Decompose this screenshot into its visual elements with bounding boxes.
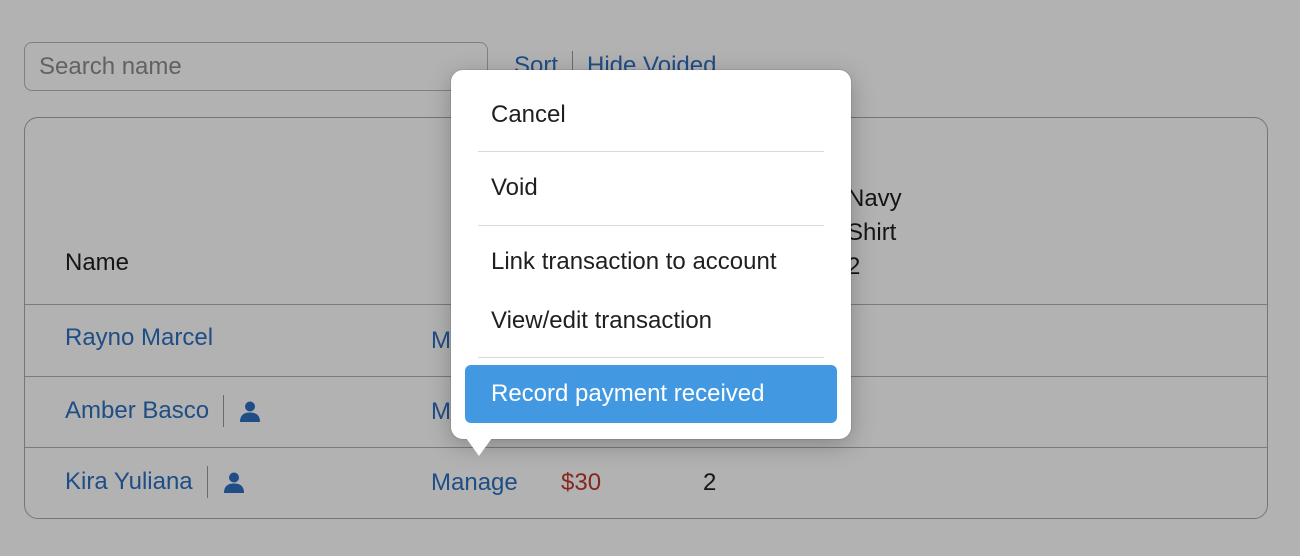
menu-divider <box>478 151 824 152</box>
menu-divider <box>478 225 824 226</box>
page: Sort Hide Voided Name Navy Shirt 2 Rayno… <box>0 0 1300 556</box>
menu-pointer <box>466 438 492 456</box>
transaction-actions-menu: Cancel Void Link transaction to account … <box>451 70 851 439</box>
menu-item-link-transaction[interactable]: Link transaction to account <box>465 234 837 290</box>
menu-item-void[interactable]: Void <box>465 160 837 216</box>
menu-divider <box>478 357 824 358</box>
menu-item-cancel[interactable]: Cancel <box>465 87 837 143</box>
menu-item-view-edit-transaction[interactable]: View/edit transaction <box>465 293 837 349</box>
menu-item-record-payment[interactable]: Record payment received <box>465 365 837 423</box>
